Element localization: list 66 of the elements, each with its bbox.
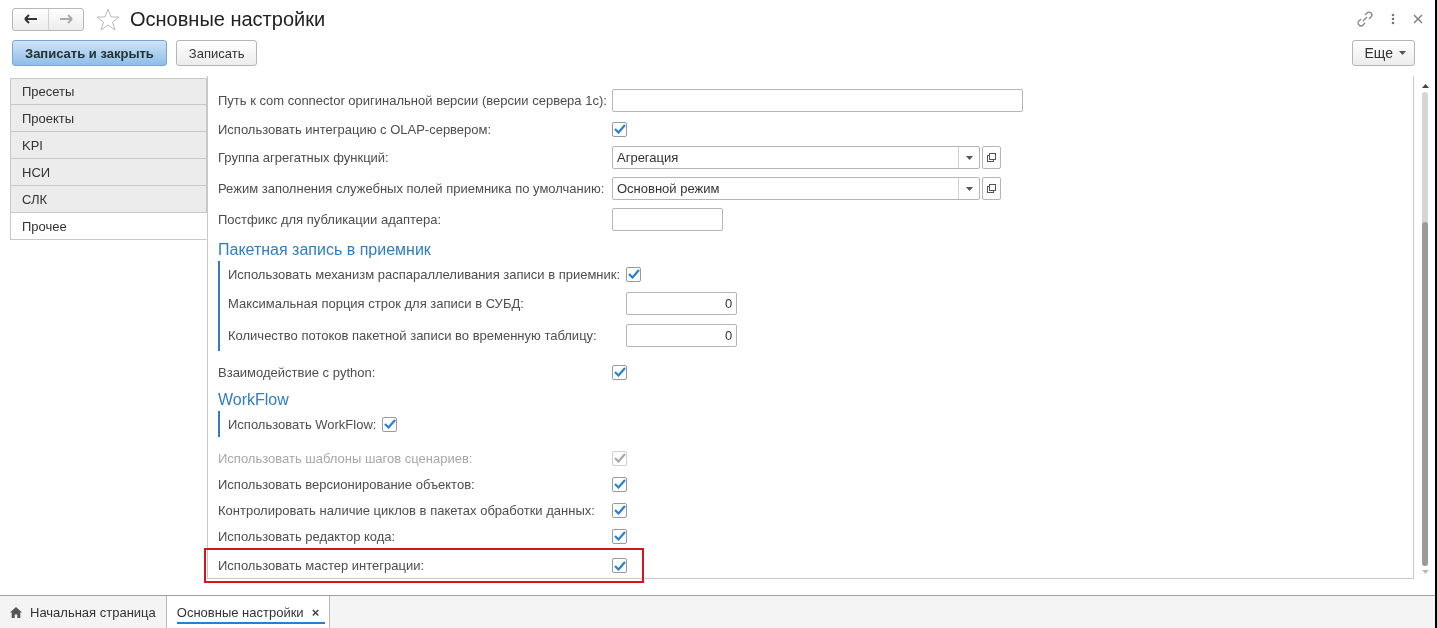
check-icon — [383, 419, 396, 429]
field-label: Количество потоков пакетной записи во временную таблицу: — [228, 327, 597, 343]
sidebar-tab[interactable]: СЛК — [10, 186, 207, 213]
taskbar-tab[interactable]: Начальная страница — [0, 596, 167, 628]
field-label: Использовать мастер интеграции: — [218, 558, 426, 573]
field-label: Взаимодействие с python: — [218, 364, 377, 380]
open-button[interactable] — [982, 146, 1001, 169]
windows-icon — [987, 184, 996, 193]
check-icon — [627, 269, 640, 279]
check-icon — [613, 367, 626, 377]
number-field[interactable]: 0 — [626, 291, 738, 315]
check-icon — [613, 453, 626, 463]
checkbox[interactable] — [626, 266, 642, 282]
star-icon[interactable] — [96, 7, 120, 31]
check-icon — [613, 531, 626, 541]
check-icon — [613, 479, 626, 489]
caret-icon — [1399, 51, 1406, 55]
field-label: Максимальная порция строк для записи в СУБД: — [228, 295, 524, 311]
checkbox[interactable] — [612, 558, 627, 573]
check-icon — [613, 560, 626, 571]
field-label: Режим заполнения служебных полей приемника по умолчанию: — [218, 181, 606, 196]
more-options-icon[interactable] — [1391, 13, 1395, 25]
field-label: Использовать версионирование объектов: — [218, 476, 476, 492]
dropdown-field[interactable]: Агрегация — [612, 146, 980, 169]
field-label: Использовать механизм распараллеливания записи в приемник: — [228, 266, 621, 282]
caret-icon — [965, 155, 973, 160]
scroll-up-icon[interactable] — [1421, 84, 1429, 88]
more-button[interactable]: Еще — [1351, 40, 1415, 66]
dropdown-field[interactable]: Основной режим — [612, 177, 980, 200]
caret-icon — [965, 186, 973, 191]
checkbox[interactable] — [612, 121, 627, 137]
right-arrow-icon — [59, 14, 73, 24]
field-label: Контролировать наличие циклов в пакетах обработки данных: — [218, 502, 596, 518]
field-label: Группа агрегатных функций: — [218, 150, 390, 165]
checkbox[interactable] — [612, 502, 627, 518]
field-label: Использовать WorkFlow: — [228, 416, 377, 432]
number-field[interactable]: 0 — [626, 323, 738, 347]
field-label: Использовать интеграцию с OLAP-сервером: — [218, 121, 493, 137]
sidebar-tab[interactable]: НСИ — [10, 159, 207, 186]
field-label: Использовать редактор кода: — [218, 528, 397, 544]
field-label: Использовать шаблоны шагов сценариев: — [218, 450, 474, 466]
field-label: Постфикс для публикации адаптера: — [218, 212, 443, 227]
link-icon[interactable] — [1357, 11, 1373, 27]
sidebar-tab[interactable]: KPI — [10, 132, 207, 159]
taskbar-tab[interactable]: Основные настройки × — [166, 596, 331, 628]
sidebar-tab[interactable]: Прочее — [10, 213, 207, 240]
sidebar-tab[interactable]: Проекты — [10, 105, 207, 132]
window-title: Основные настройки — [130, 7, 326, 31]
close-tab-button[interactable]: × — [311, 604, 320, 620]
close-icon[interactable] — [1413, 14, 1423, 24]
checkbox[interactable] — [382, 416, 398, 432]
checkbox[interactable] — [612, 364, 627, 380]
check-icon — [613, 505, 626, 515]
check-icon — [613, 124, 626, 134]
open-button[interactable] — [982, 177, 1001, 200]
checkbox[interactable] — [612, 528, 627, 544]
field-label: Путь к com connector оригинальной версии (версии сервера 1с): — [218, 93, 608, 108]
group-title: WorkFlow — [218, 391, 290, 409]
save-and-close-button[interactable]: Записать и закрыть — [12, 40, 167, 66]
home-icon — [10, 606, 22, 618]
group-title: Пакетная запись в приемник — [218, 241, 432, 259]
left-arrow-icon — [23, 14, 38, 24]
windows-icon — [987, 153, 996, 162]
checkbox[interactable] — [612, 476, 627, 492]
sidebar-tab[interactable]: Пресеты — [10, 78, 207, 105]
save-button[interactable]: Записать — [175, 40, 258, 66]
